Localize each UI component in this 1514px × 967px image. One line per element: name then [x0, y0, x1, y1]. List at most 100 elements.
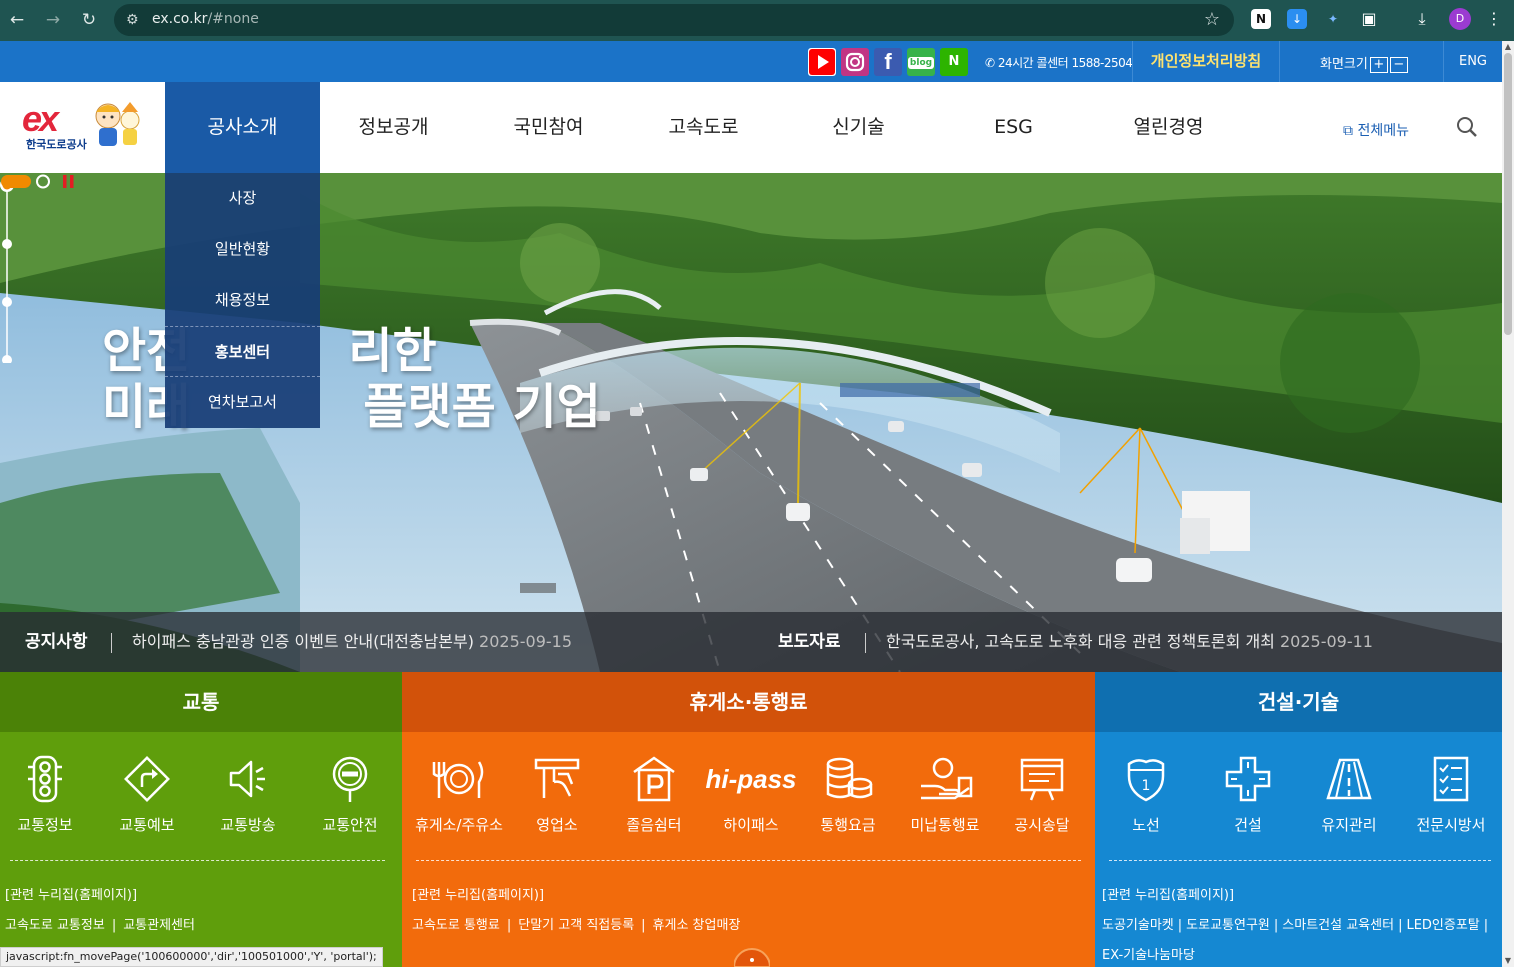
divider: [865, 633, 866, 653]
address-bar[interactable]: ⚙ ex.co.kr/#none ☆: [114, 4, 1234, 36]
slide-indicator[interactable]: [36, 174, 50, 189]
company-intro-dropdown: 사장 일반현황 채용정보 홍보센터 연차보고서: [165, 173, 320, 428]
notice-item[interactable]: 하이패스 충남관광 인증 이벤트 안내(대전충남본부) 2025-09-15: [132, 612, 572, 672]
download-extension-icon[interactable]: ↓: [1287, 9, 1307, 29]
page-scrollbar[interactable]: ▲ ▼: [1502, 41, 1514, 967]
quick-label: 건설: [1234, 816, 1262, 834]
ai-extension-icon[interactable]: ✦: [1323, 9, 1343, 29]
menu-open-management[interactable]: 열린경영: [1095, 82, 1242, 173]
menu-new-technology[interactable]: 신기술: [785, 82, 932, 173]
related-link[interactable]: 스마트건설 교육센터: [1282, 918, 1394, 933]
pager-dot-2[interactable]: [2, 239, 12, 249]
related-links: 고속도로 교통정보 | 교통관제센터: [5, 918, 195, 933]
scroll-down-arrow-icon[interactable]: ▼: [1502, 955, 1514, 967]
browser-menu-icon[interactable]: ⋮: [1484, 9, 1504, 29]
tollgate-icon: [534, 758, 580, 798]
quick-hipass[interactable]: hi-pass 하이패스: [703, 754, 799, 835]
related-link[interactable]: 교통관제센터: [123, 918, 195, 933]
scroll-thumb[interactable]: [1504, 53, 1512, 335]
divider: [111, 633, 112, 653]
search-icon[interactable]: [1456, 116, 1478, 138]
submenu-general-status[interactable]: 일반현황: [165, 224, 320, 275]
quick-public-notice[interactable]: 공시송달: [994, 754, 1090, 835]
quick-rest-area[interactable]: 휴게소/주유소: [411, 754, 507, 835]
slide-indicator-active[interactable]: [1, 175, 31, 188]
related-sites-label: [관련 누리집(홈페이지)]: [412, 888, 545, 903]
logo[interactable]: ex 한국도로공사: [18, 96, 146, 156]
related-link[interactable]: 고속도로 교통정보: [5, 918, 105, 933]
quick-traffic-info[interactable]: 교통정보: [0, 754, 93, 835]
back-icon[interactable]: ←: [5, 8, 29, 32]
notice-bar: 공지사항 하이패스 충남관광 인증 이벤트 안내(대전충남본부) 2025-09…: [0, 612, 1502, 672]
main-navigation: ex 한국도로공사 공사소개 정보공개 국민참여 고속도로 신기술 ESG 열린…: [0, 82, 1502, 173]
press-item[interactable]: 한국도로공사, 고속도로 노후화 대응 관련 정책토론회 개최 2025-09-…: [886, 612, 1373, 672]
notion-extension-icon[interactable]: N: [1251, 9, 1271, 29]
quick-traffic-forecast[interactable]: 교통예보: [99, 754, 195, 835]
quick-label: 교통방송: [220, 816, 276, 834]
site-settings-icon[interactable]: ⚙: [126, 12, 139, 28]
svg-text:1: 1: [1142, 778, 1151, 794]
route-shield-icon: 1: [1127, 759, 1165, 802]
related-link[interactable]: 고속도로 통행료: [412, 918, 500, 933]
scroll-up-arrow-icon[interactable]: ▲: [1502, 41, 1514, 53]
traffic-panel: 교통 교통정보 교통예보 교통방송 교통안전 [관련 누리집(홈페이지)] 고속…: [0, 672, 402, 967]
facebook-icon[interactable]: f: [874, 48, 902, 76]
traffic-panel-title: 교통: [0, 672, 402, 732]
related-link[interactable]: 도공기술마켓: [1102, 918, 1174, 933]
pager-dot-4[interactable]: [2, 355, 12, 363]
submenu-annual-report[interactable]: 연차보고서: [165, 377, 320, 428]
quick-traffic-safety[interactable]: 교통안전: [302, 754, 398, 835]
hipass-icon: hi-pass: [706, 764, 796, 794]
related-link[interactable]: LED인증포탈: [1406, 918, 1479, 933]
font-size-plus-button[interactable]: +: [1369, 56, 1388, 73]
blog-icon[interactable]: blog: [907, 48, 935, 76]
privacy-policy-link[interactable]: 개인정보처리방침: [1132, 41, 1280, 82]
url-text[interactable]: ex.co.kr/#none: [152, 11, 259, 27]
quick-specification[interactable]: 전문시방서: [1403, 754, 1499, 835]
pause-icon[interactable]: [63, 175, 67, 188]
quick-unpaid-toll[interactable]: 미납통행료: [897, 754, 993, 835]
scroll-down-icon[interactable]: [734, 942, 770, 967]
font-size-minus-button[interactable]: −: [1389, 56, 1408, 73]
submenu-recruitment[interactable]: 채용정보: [165, 275, 320, 326]
related-link[interactable]: 단말기 고객 직접등록: [518, 918, 634, 933]
forward-icon[interactable]: →: [41, 8, 65, 32]
menu-company-intro[interactable]: 공사소개: [165, 82, 320, 173]
browser-status-bar: javascript:fn_movePage('100600000','dir'…: [0, 947, 383, 967]
quick-label: 노선: [1132, 816, 1160, 834]
menu-information-disclosure[interactable]: 정보공개: [320, 82, 467, 173]
bookmark-star-icon[interactable]: ☆: [1204, 9, 1220, 30]
pager-dot-3[interactable]: [2, 297, 12, 307]
press-label[interactable]: 보도자료: [778, 612, 841, 672]
youtube-icon[interactable]: [808, 48, 836, 76]
english-site-link[interactable]: ENG: [1443, 41, 1502, 82]
instagram-icon[interactable]: [841, 48, 869, 76]
submenu-ceo[interactable]: 사장: [165, 173, 320, 224]
quick-tollgate[interactable]: 영업소: [509, 754, 605, 835]
related-link[interactable]: EX-기술나눔마당: [1102, 948, 1195, 963]
quick-drowsy-shelter[interactable]: 졸음쉼터: [606, 754, 702, 835]
road-icon: [1326, 758, 1372, 800]
quick-construction[interactable]: 건설: [1200, 754, 1296, 835]
quick-label: 미납통행료: [910, 816, 980, 834]
menu-esg[interactable]: ESG: [940, 82, 1087, 173]
profile-avatar[interactable]: D: [1449, 8, 1471, 30]
mascot-icon: [95, 102, 140, 146]
notice-label[interactable]: 공지사항: [25, 612, 88, 672]
reload-icon[interactable]: ↻: [77, 8, 101, 32]
quick-traffic-broadcast[interactable]: 교통방송: [200, 754, 296, 835]
related-link[interactable]: 도로교통연구원: [1186, 918, 1270, 933]
quick-route[interactable]: 1 노선: [1098, 754, 1194, 835]
extensions-puzzle-icon[interactable]: ▣: [1359, 9, 1379, 29]
all-menu-button[interactable]: ⧉ 전체메뉴: [1343, 120, 1409, 140]
menu-public-participation[interactable]: 국민참여: [475, 82, 622, 173]
downloads-icon[interactable]: ⤓: [1412, 9, 1432, 29]
naver-icon[interactable]: N: [940, 48, 968, 76]
divider: [416, 860, 1081, 861]
quick-maintenance[interactable]: 유지관리: [1301, 754, 1397, 835]
menu-expressway[interactable]: 고속도로: [630, 82, 777, 173]
quick-label: 전문시방서: [1416, 816, 1486, 834]
submenu-pr-center[interactable]: 홍보센터: [165, 326, 320, 377]
related-link[interactable]: 휴게소 창업매장: [653, 918, 741, 933]
quick-toll-fee[interactable]: 통행요금: [800, 754, 896, 835]
